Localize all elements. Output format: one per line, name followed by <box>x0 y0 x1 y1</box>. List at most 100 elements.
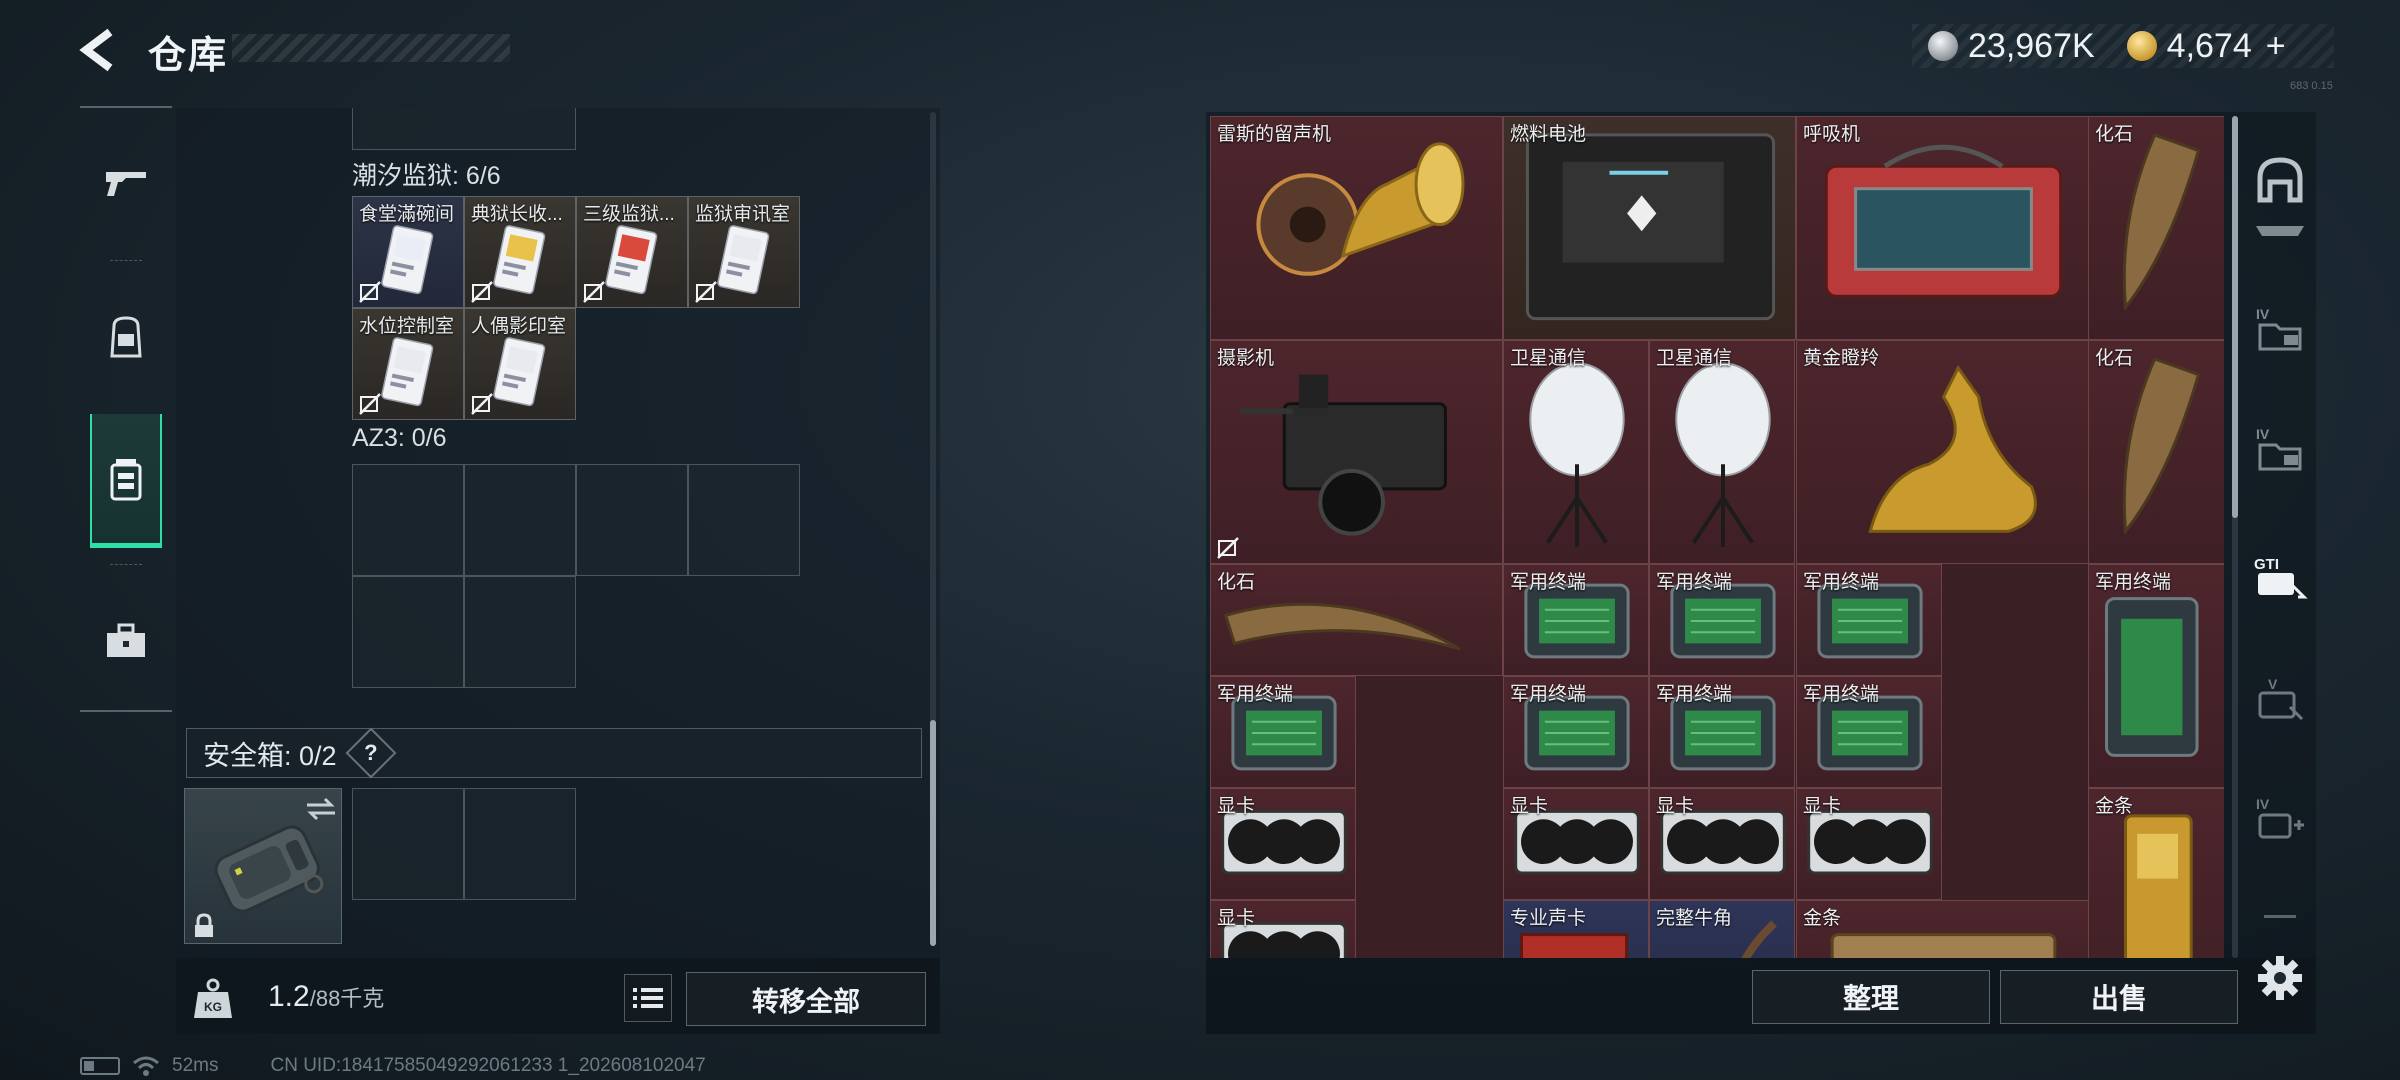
grid-cell[interactable] <box>464 464 576 576</box>
stash-item[interactable]: 军用终端 <box>1503 564 1649 676</box>
stash-item[interactable]: 军用终端 <box>1503 676 1649 788</box>
rail-gti-card[interactable]: GTI <box>2248 546 2312 610</box>
stash-item[interactable]: 显卡 <box>1210 900 1356 958</box>
stash-item[interactable]: 军用终端 <box>1796 676 1942 788</box>
gold-coin-icon <box>2126 31 2157 61</box>
stash-item-label: 金条 <box>1803 908 1842 929</box>
stash-item-label: 军用终端 <box>1656 684 1733 705</box>
key-card-label: 水位控制室 <box>359 316 455 337</box>
key-card[interactable]: 监狱审讯室 <box>688 196 800 308</box>
transfer-all-button[interactable]: 转移全部 <box>686 972 926 1026</box>
key-card-label: 食堂滿碗间 <box>359 204 455 225</box>
grid-cell[interactable] <box>352 464 464 576</box>
stash-item[interactable]: 军用终端 <box>2088 564 2224 788</box>
stash-item[interactable]: 显卡 <box>1210 788 1356 900</box>
stash-item-label: 黄金瞪羚 <box>1803 348 1880 369</box>
grid-cell[interactable] <box>352 576 464 688</box>
key-card[interactable]: 食堂滿碗间 <box>352 196 464 308</box>
nav-container[interactable] <box>90 414 162 548</box>
ping-text: 52ms <box>172 1055 219 1076</box>
stash-item-label: 专业声卡 <box>1510 908 1587 929</box>
stash-scrollbar-thumb[interactable] <box>2232 116 2238 518</box>
stash-item[interactable]: 专业声卡 <box>1503 900 1649 958</box>
grid-cell[interactable] <box>688 464 800 576</box>
nav-weapons[interactable] <box>90 116 162 250</box>
stash-item[interactable]: 燃料电池 <box>1503 116 1796 340</box>
svg-text:GTI: GTI <box>2254 556 2279 573</box>
nav-backpack[interactable] <box>90 270 162 404</box>
stash-item[interactable]: 卫星通信 <box>1503 340 1649 564</box>
scrollbar-thumb[interactable] <box>930 720 936 946</box>
swap-icon[interactable] <box>305 795 337 823</box>
add-currency-button[interactable]: + <box>2266 27 2286 66</box>
safe-box-slot[interactable] <box>184 788 342 944</box>
stash-item[interactable]: 完整牛角 <box>1649 900 1795 958</box>
az3-section-title: AZ3: 0/6 <box>352 424 447 452</box>
stash-item[interactable]: 卫星通信 <box>1649 340 1795 564</box>
rail-more[interactable] <box>2248 902 2312 932</box>
help-button[interactable]: ? <box>345 727 397 779</box>
keycard-image <box>605 225 658 295</box>
stash-item[interactable]: 军用终端 <box>1649 676 1795 788</box>
stash-item[interactable]: 军用终端 <box>1796 564 1942 676</box>
stash-item-label: 金条 <box>2095 796 2134 817</box>
no-trade-icon <box>359 393 381 415</box>
sell-button[interactable]: 出售 <box>2000 970 2238 1024</box>
key-card-label: 典狱长收... <box>471 204 563 225</box>
stash-item-label: 化石 <box>2095 124 2134 145</box>
stash-item-label: 燃料电池 <box>1510 124 1587 145</box>
sort-button[interactable]: 整理 <box>1752 970 1990 1024</box>
list-view-button[interactable] <box>624 974 672 1022</box>
key-card[interactable]: 典狱长收... <box>464 196 576 308</box>
rail-iv-card-add[interactable]: IV <box>2248 788 2312 852</box>
nav-briefcase[interactable] <box>90 574 162 708</box>
gazelle-image <box>1868 364 2037 533</box>
stash-item[interactable]: 军用终端 <box>1210 676 1356 788</box>
back-button[interactable] <box>78 28 122 72</box>
stash-item-label: 雷斯的留声机 <box>1217 124 1332 145</box>
nav-divider <box>110 564 142 565</box>
safe-box-label: 安全箱: 0/2 <box>203 740 337 771</box>
stash-item[interactable]: 金条 <box>2088 788 2224 958</box>
stash-item-label: 显卡 <box>1803 796 1842 817</box>
stash-item[interactable]: 显卡 <box>1796 788 1942 900</box>
rail-folder-iv-1[interactable]: IV <box>2248 298 2312 362</box>
stash-item[interactable]: 化石 <box>1210 564 1503 676</box>
no-trade-icon <box>471 393 493 415</box>
settings-button[interactable] <box>2254 952 2306 1004</box>
weight-current: 1.2 <box>268 980 310 1013</box>
key-card[interactable]: 水位控制室 <box>352 308 464 420</box>
stash-item[interactable]: 呼吸机 <box>1796 116 2089 340</box>
stash-item-label: 军用终端 <box>1510 572 1587 593</box>
rail-card-key[interactable]: V <box>2248 668 2312 732</box>
stash-item[interactable]: 摄影机 <box>1210 340 1503 564</box>
stash-item-label: 完整牛角 <box>1656 908 1733 929</box>
key-card[interactable]: 三级监狱... <box>576 196 688 308</box>
stash-item-label: 军用终端 <box>1656 572 1733 593</box>
stash-item[interactable]: 化石 <box>2088 340 2224 564</box>
stash-item[interactable]: 金条 <box>1796 900 2089 958</box>
currency-bar: 23,967K 4,674 + <box>1912 24 2334 68</box>
backpack-icon <box>110 316 142 358</box>
grid-cell[interactable] <box>464 788 576 900</box>
stash-grid: 雷斯的留声机 燃料电池 呼吸机 化石 摄影机 卫星通信 卫星通信 黄金瞪羚 化石 化石 军用终端 军用… <box>1210 116 2224 958</box>
stash-item-label: 显卡 <box>1510 796 1549 817</box>
rail-armor[interactable] <box>2248 216 2312 246</box>
stash-item[interactable]: 雷斯的留声机 <box>1210 116 1503 340</box>
rail-folder-iv-2[interactable]: IV <box>2248 418 2312 482</box>
grid-cell[interactable] <box>576 464 688 576</box>
key-section-title: 潮汐监狱: 6/6 <box>352 162 501 190</box>
stash-item[interactable]: 黄金瞪羚 <box>1796 340 2089 564</box>
rail-helmet[interactable] <box>2248 148 2312 212</box>
key-card[interactable]: 人偶影印室 <box>464 308 576 420</box>
stash-item[interactable]: 显卡 <box>1649 788 1795 900</box>
no-trade-icon <box>359 281 381 303</box>
satellite-image <box>1529 362 1625 548</box>
stash-item[interactable]: 军用终端 <box>1649 564 1795 676</box>
grid-cell[interactable] <box>464 576 576 688</box>
stash-item[interactable]: 显卡 <box>1503 788 1649 900</box>
stash-item[interactable]: 化石 <box>2088 116 2224 340</box>
satellite-image <box>1675 362 1771 548</box>
grid-cell[interactable] <box>352 788 464 900</box>
weight-icon: KG <box>190 976 236 1022</box>
